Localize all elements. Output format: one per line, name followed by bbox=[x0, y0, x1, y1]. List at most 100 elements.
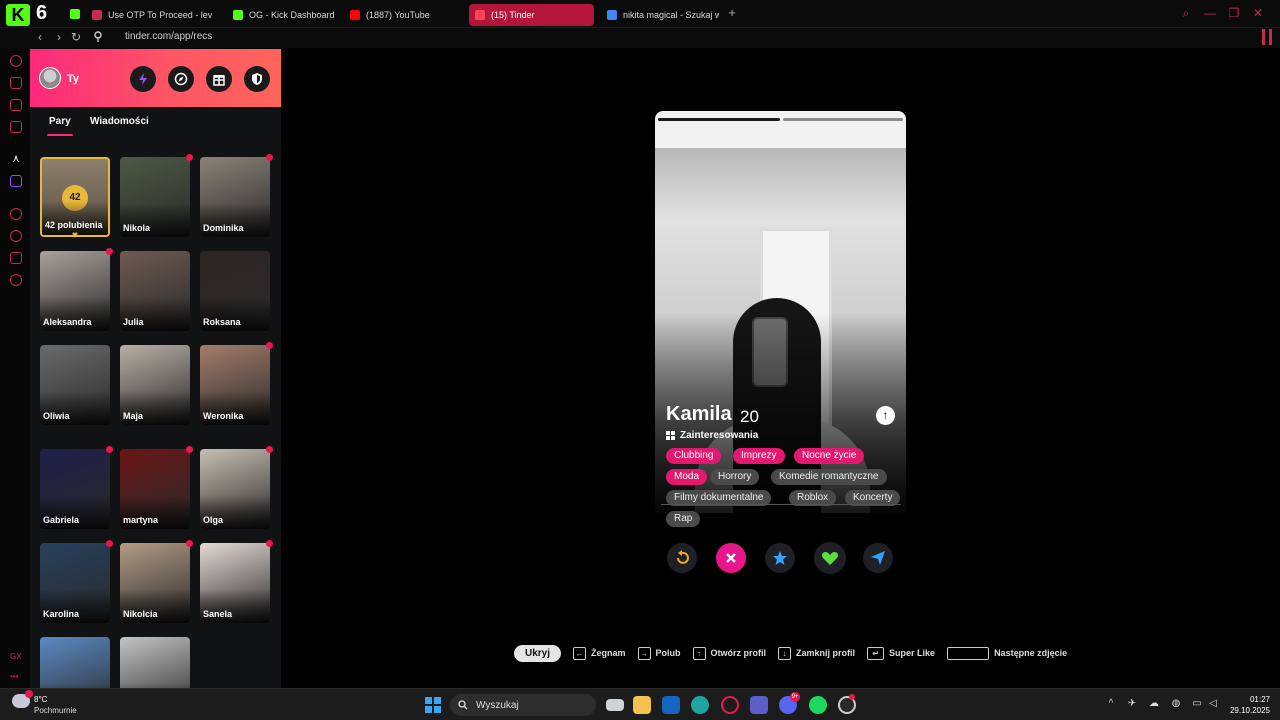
kick-logo-icon[interactable]: K bbox=[6, 4, 30, 26]
outlook-icon[interactable] bbox=[662, 696, 680, 714]
match-card[interactable]: Roksana bbox=[200, 251, 270, 331]
settings-icon[interactable] bbox=[10, 274, 22, 286]
match-card[interactable]: Karolina bbox=[40, 543, 110, 623]
spotify-icon[interactable] bbox=[809, 696, 827, 714]
tray-app-icon[interactable]: ✈ bbox=[1126, 698, 1138, 710]
match-card[interactable]: Dominika bbox=[200, 157, 270, 237]
match-card[interactable] bbox=[40, 637, 110, 688]
browser-tabbar: K 6 Use OTP To Proceed - lev OG - Kick Da… bbox=[0, 0, 1280, 28]
tab-messages[interactable]: Wiadomości bbox=[90, 116, 149, 127]
tab-matches[interactable]: Pary bbox=[49, 116, 71, 127]
hide-hints-button[interactable]: Ukryj bbox=[514, 644, 562, 662]
match-card[interactable]: Gabriela bbox=[40, 449, 110, 529]
explore-button[interactable] bbox=[168, 66, 194, 92]
tab-title: nikita magical - Szukaj w bbox=[623, 10, 719, 20]
reload-icon[interactable]: ↻ bbox=[69, 30, 83, 44]
weather-condition[interactable]: Pochmurnie bbox=[34, 706, 77, 715]
avatar[interactable] bbox=[39, 67, 61, 89]
messenger-icon[interactable] bbox=[10, 99, 22, 111]
volume-icon[interactable]: ◁ bbox=[1207, 698, 1219, 710]
match-card[interactable]: Julia bbox=[120, 251, 190, 331]
match-card[interactable]: Nikolcia bbox=[120, 543, 190, 623]
more-icon[interactable]: ••• bbox=[10, 672, 18, 681]
new-tab-button[interactable]: + bbox=[726, 6, 738, 19]
clock-time: 01:27 bbox=[1249, 695, 1270, 704]
taskbar-clock[interactable]: 01:27 29.10.2025 bbox=[1230, 694, 1270, 716]
browser-tab[interactable]: (15) Tinder bbox=[469, 4, 594, 26]
active-tab-indicator bbox=[47, 134, 73, 136]
safety-button[interactable] bbox=[244, 66, 270, 92]
browser-tab[interactable]: nikita magical - Szukaj w bbox=[601, 4, 719, 26]
match-name: Aleksandra bbox=[43, 317, 92, 327]
match-card[interactable]: Nikola bbox=[120, 157, 190, 237]
back-icon[interactable]: ‹ bbox=[33, 30, 47, 44]
pinned-tab-icon[interactable] bbox=[70, 9, 80, 19]
twitch-icon[interactable] bbox=[10, 175, 22, 187]
shortcut-hint: ↓ Zamknij profil bbox=[778, 646, 855, 660]
restore-button[interactable]: ❐ bbox=[1228, 7, 1240, 19]
opera-gx-icon[interactable] bbox=[721, 696, 739, 714]
url-text[interactable]: tinder.com/app/recs bbox=[125, 31, 212, 42]
gx-icon[interactable]: GX bbox=[10, 652, 22, 661]
match-name: Roksana bbox=[203, 317, 241, 327]
kick-rail-icon[interactable]: ⋏ bbox=[10, 153, 22, 165]
send-button[interactable] bbox=[863, 543, 893, 573]
site-info-icon[interactable] bbox=[93, 31, 103, 43]
tab-counter[interactable]: 6 bbox=[36, 2, 47, 25]
match-card[interactable]: Maja bbox=[120, 345, 190, 425]
profile-card[interactable]: Kamila 20 ↑ Zainteresowania Clubbing Impr… bbox=[655, 111, 906, 586]
weather-icon[interactable] bbox=[12, 690, 33, 708]
match-card[interactable]: Oliwia bbox=[40, 345, 110, 425]
weather-temp[interactable]: 8°C bbox=[34, 695, 47, 704]
keyboard-key-icon bbox=[947, 646, 990, 660]
interest-chip: Rap bbox=[666, 511, 701, 527]
browser-tab[interactable]: Use OTP To Proceed - lev bbox=[86, 4, 212, 26]
search-icon[interactable]: ⌕ bbox=[1180, 7, 1192, 19]
match-card[interactable]: Olga bbox=[200, 449, 270, 529]
match-card[interactable]: martyna bbox=[120, 449, 190, 529]
file-explorer-icon[interactable] bbox=[633, 696, 651, 714]
cloud-icon[interactable]: ☁ bbox=[1148, 698, 1160, 710]
match-card[interactable]: Weronika bbox=[200, 345, 270, 425]
pause-icon[interactable] bbox=[1262, 29, 1272, 45]
gift-button[interactable] bbox=[206, 66, 232, 92]
player-icon[interactable] bbox=[10, 208, 22, 220]
extensions-icon[interactable] bbox=[10, 252, 22, 264]
taskbar-search[interactable]: Wyszukaj bbox=[450, 694, 596, 716]
new-match-dot bbox=[106, 248, 113, 255]
network-icon[interactable]: ▭ bbox=[1191, 698, 1203, 710]
minimize-button[interactable]: — bbox=[1204, 7, 1216, 19]
match-name: Dominika bbox=[203, 223, 244, 233]
forward-icon[interactable]: › bbox=[52, 30, 66, 44]
nope-button[interactable] bbox=[716, 543, 746, 573]
close-button[interactable]: ✕ bbox=[1252, 7, 1264, 19]
history-icon[interactable] bbox=[10, 230, 22, 242]
profile-age: 20 bbox=[740, 407, 759, 426]
super-like-button[interactable] bbox=[765, 543, 795, 573]
browser-tab[interactable]: OG - Kick Dashboard bbox=[227, 4, 342, 26]
browser-tab[interactable]: (1887) YouTube bbox=[344, 4, 462, 26]
keyboard-key-icon: ↓ bbox=[778, 646, 792, 660]
match-card[interactable] bbox=[120, 637, 190, 688]
teams-icon[interactable] bbox=[750, 696, 768, 714]
photo-indicator[interactable] bbox=[783, 118, 903, 121]
match-name: Weronika bbox=[203, 411, 244, 421]
new-match-dot bbox=[106, 540, 113, 547]
open-profile-button[interactable]: ↑ bbox=[876, 406, 895, 425]
user-name[interactable]: Ty bbox=[67, 73, 79, 85]
boost-button[interactable] bbox=[130, 66, 156, 92]
photo-indicator-active[interactable] bbox=[658, 118, 780, 121]
tray-overflow-icon[interactable]: ^ bbox=[1105, 698, 1117, 710]
rewind-button[interactable] bbox=[667, 543, 697, 573]
edge-icon[interactable] bbox=[691, 696, 709, 714]
match-card[interactable]: Aleksandra bbox=[40, 251, 110, 331]
microphone-icon[interactable]: ◍ bbox=[1170, 698, 1182, 710]
windows-start-icon[interactable] bbox=[425, 697, 441, 713]
store-icon[interactable] bbox=[10, 77, 22, 89]
match-card[interactable]: Sanela bbox=[200, 543, 270, 623]
speed-dial-icon[interactable] bbox=[10, 55, 22, 67]
task-view-icon[interactable] bbox=[606, 699, 624, 711]
likes-card[interactable]: 42 42 polubienia bbox=[40, 157, 110, 237]
like-button[interactable] bbox=[814, 542, 846, 574]
news-icon[interactable] bbox=[10, 121, 22, 133]
